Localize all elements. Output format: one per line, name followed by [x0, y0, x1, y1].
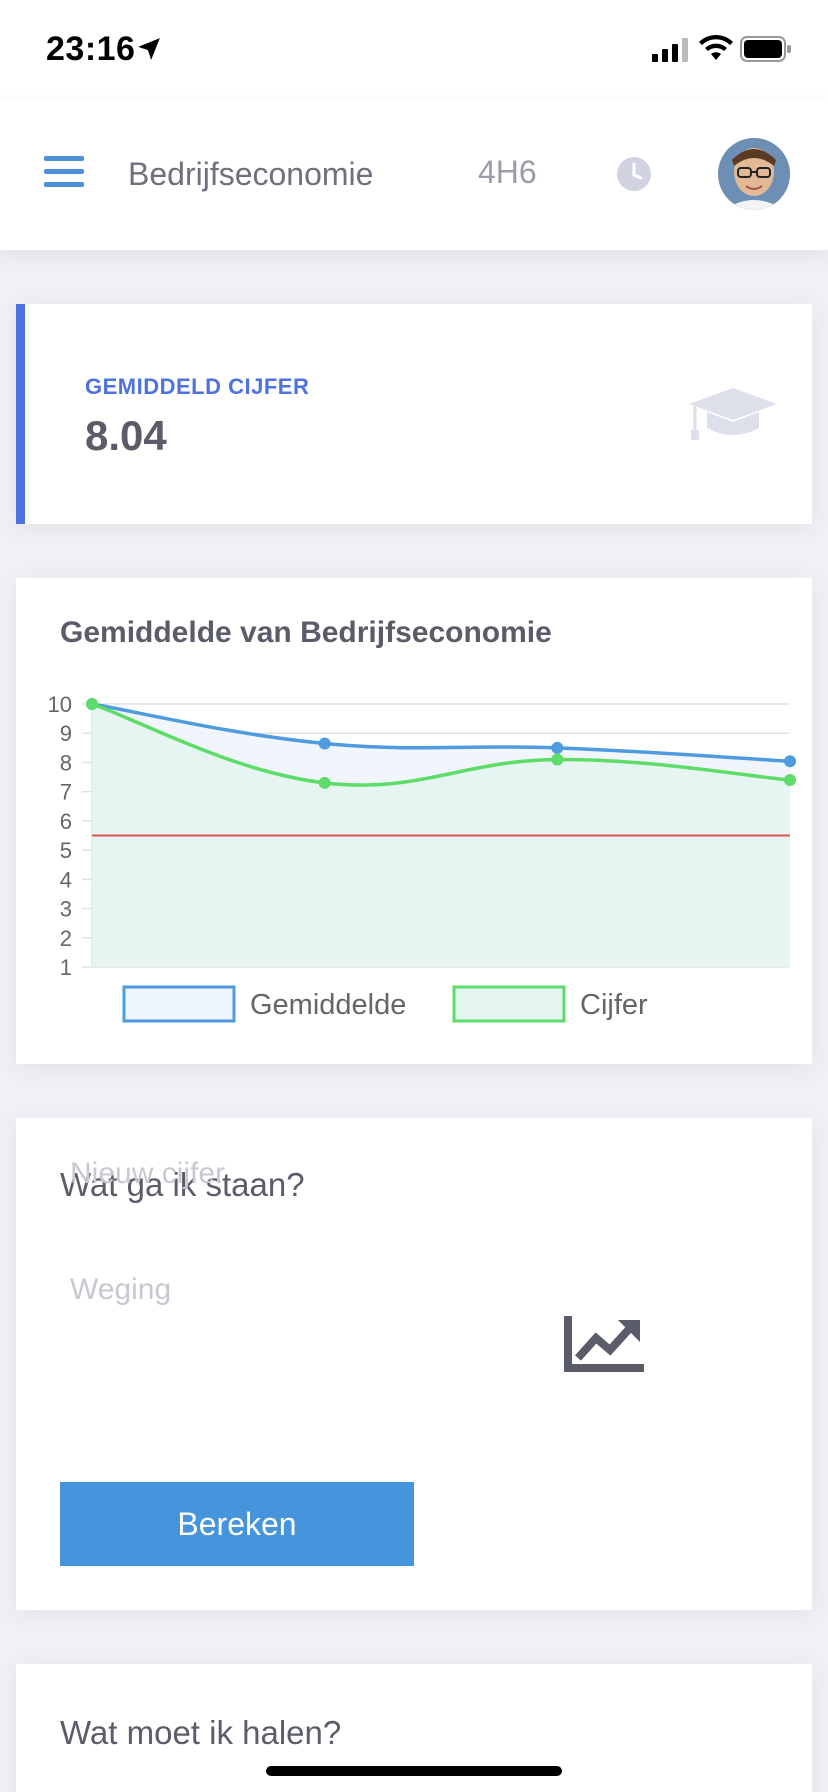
data-point: [784, 755, 796, 768]
average-grade-label: GEMIDDELD CIJFER: [85, 374, 310, 399]
status-time: 23:16: [46, 30, 136, 68]
legend-swatch-0: [122, 985, 236, 1023]
required-grade-title: Wat moet ik halen?: [60, 1714, 342, 1751]
clock-icon[interactable]: [616, 156, 652, 192]
subject-title: Bedrijfseconomie: [128, 156, 374, 192]
y-tick-label: 6: [60, 809, 72, 834]
y-tick-label: 10: [48, 692, 72, 717]
legend-swatch-1: [452, 985, 566, 1023]
menu-icon[interactable]: [44, 156, 84, 192]
average-grade-value: 8.04: [85, 412, 167, 459]
y-tick-label: 2: [60, 926, 72, 951]
y-tick-label: 4: [60, 867, 72, 892]
data-point: [86, 698, 98, 710]
location-arrow-icon: [138, 38, 160, 60]
graduation-cap-icon: [689, 388, 777, 440]
avatar-image: [718, 138, 790, 210]
weight-input[interactable]: [44, 1258, 464, 1322]
grade-line-chart: 1 2 3 4 5 6 7 8 9 10 Gemiddelde Cijfer: [48, 692, 796, 1023]
signal-icon: [652, 38, 688, 62]
new-grade-input[interactable]: [44, 1142, 464, 1206]
user-avatar[interactable]: [718, 138, 790, 210]
data-point: [318, 776, 331, 789]
data-point: [784, 773, 796, 786]
legend-label-1: Cijfer: [580, 989, 648, 1021]
legend-label-0: Gemiddelde: [250, 989, 406, 1021]
top-navbar: Bedrijfseconomie 4H6: [0, 100, 828, 250]
calculate-button[interactable]: Bereken: [60, 1482, 414, 1566]
y-tick-label: 5: [60, 838, 72, 863]
y-tick-label: 3: [60, 897, 72, 922]
data-point: [551, 753, 564, 766]
data-point: [318, 737, 331, 750]
y-tick-label: 9: [60, 721, 72, 746]
data-point: [551, 741, 564, 754]
y-tick-label: 7: [60, 780, 72, 805]
battery-icon: [740, 36, 791, 62]
wifi-icon: [699, 34, 733, 60]
average-grade-card: GEMIDDELD CIJFER 8.04: [16, 304, 812, 524]
class-label: 4H6: [478, 154, 537, 190]
home-indicator: [266, 1766, 562, 1776]
status-bar: 23:16: [0, 0, 828, 100]
y-tick-label: 8: [60, 750, 72, 775]
chart-card: Gemiddelde van Bedrijfseconomie 12345678…: [16, 578, 812, 1064]
chart-trend-icon: [564, 1316, 644, 1372]
y-tick-label: 1: [60, 955, 72, 980]
app-screen: 23:16 Bedrijfseconomie 4H6 GEMIDDELD CIJ…: [0, 0, 828, 1792]
